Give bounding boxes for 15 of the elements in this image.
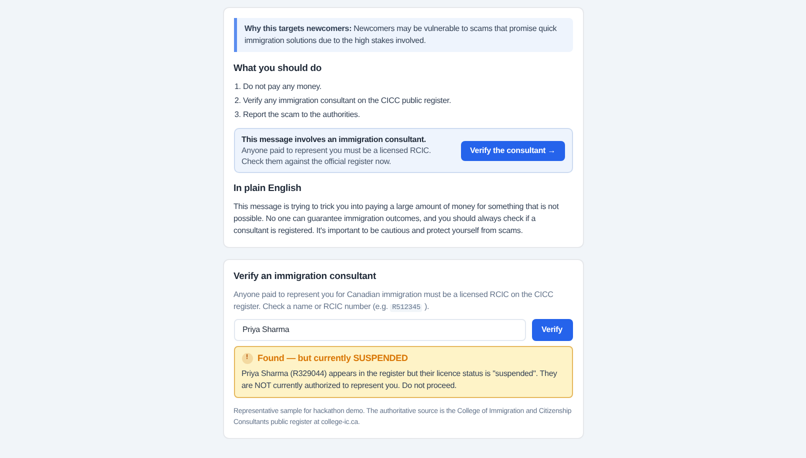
action-item: 2. Verify any immigration consultant on the CICC public register. xyxy=(234,95,452,106)
action-item: 1. Do not pay any money. xyxy=(234,81,322,92)
plain-english-text: This message is trying to trick you into paying a large amount of money for something that is not possible. No one can guarantee immigration outcomes, and you should always check if a consultant is registered. It's important to be cautious and protect yourself from scams. xyxy=(234,200,560,236)
why-note: Why this targets newcomers: Newcomers may be vulnerable to scams that promise quick immigration solutions due to the high stakes involved. xyxy=(234,18,572,52)
consultant-search-field[interactable]: Priya Sharma xyxy=(234,318,526,341)
section-heading: What you should do xyxy=(234,62,323,76)
verify-consultant-button[interactable]: Verify the consultant → xyxy=(461,140,564,161)
callout-text: Anyone paid to represent you must be a licensed RCIC. Check them against the official register now. xyxy=(242,145,432,168)
section-heading: Verify an immigration consultant xyxy=(234,270,377,284)
verify-button[interactable]: Verify xyxy=(532,318,572,341)
callout-title: This message involves an immigration consultant. xyxy=(242,134,427,146)
result-text: Priya Sharma (R329044) appears in the register but their licence status is "suspended". They are NOT currently authorized to represent you. Do not proceed. xyxy=(242,368,558,392)
section-heading: In plain English xyxy=(234,182,302,196)
result-title: Found — but currently SUSPENDED xyxy=(258,352,408,365)
action-item: 3. Report the scam to the authorities. xyxy=(234,109,361,120)
